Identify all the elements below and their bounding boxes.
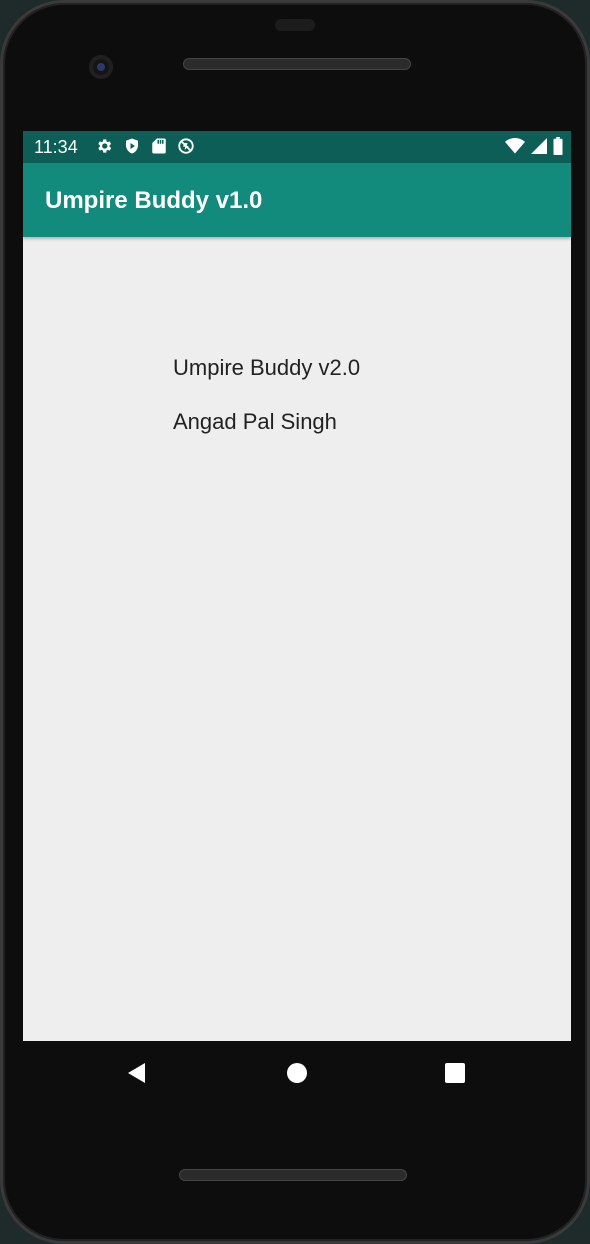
data-saver-icon: [177, 137, 195, 155]
gear-icon: [95, 137, 113, 155]
cell-signal-icon: [531, 138, 547, 154]
status-system-icons: [505, 137, 563, 155]
screen: 11:34 Umpire Buddy v1.0 Umpire Buddy v2.…: [23, 131, 571, 1041]
wifi-icon: [505, 138, 525, 154]
status-bar: 11:34: [23, 131, 571, 163]
status-notification-icons: [95, 137, 195, 155]
author-text: Angad Pal Singh: [173, 409, 337, 434]
status-time: 11:34: [34, 137, 78, 157]
top-earpiece: [275, 19, 315, 31]
app-title: Umpire Buddy v1.0: [45, 187, 263, 214]
bottom-speaker: [179, 1169, 407, 1181]
battery-icon: [553, 137, 563, 155]
front-camera: [89, 55, 113, 79]
home-icon[interactable]: [285, 1061, 309, 1085]
app-name-text: Umpire Buddy v2.0: [173, 355, 361, 380]
app-bar: Umpire Buddy v1.0: [23, 163, 571, 237]
phone-frame: 11:34 Umpire Buddy v1.0 Umpire Buddy v2.…: [0, 0, 590, 1244]
sd-card-icon: [151, 137, 167, 155]
back-icon[interactable]: [125, 1061, 149, 1085]
shield-play-icon: [123, 137, 141, 155]
navigation-bar: [23, 1041, 571, 1105]
top-speaker: [183, 58, 411, 70]
recents-icon[interactable]: [443, 1061, 467, 1085]
